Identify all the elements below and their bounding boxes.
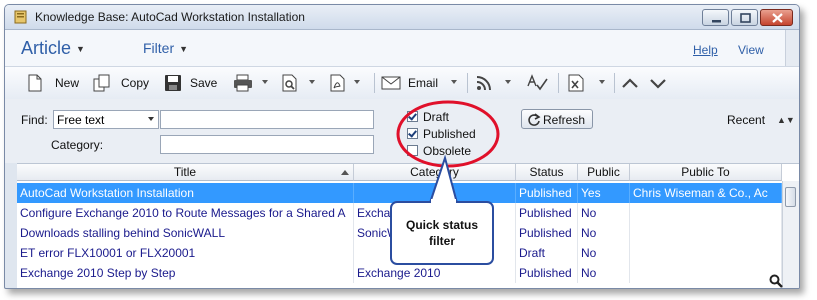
quick-status-filter-callout: Quick status filter xyxy=(390,201,494,265)
app-window: Knowledge Base: AutoCad Workstation Inst… xyxy=(4,4,800,289)
callout-pointer-join xyxy=(431,199,456,203)
callout-text: Quick status filter xyxy=(405,218,479,248)
status-filter-highlight-ring xyxy=(396,100,500,168)
